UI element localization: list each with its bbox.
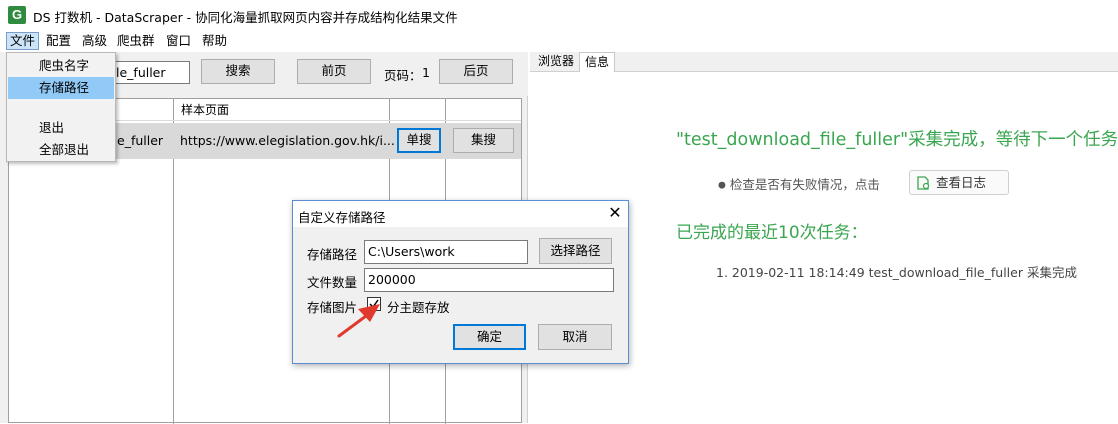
menu-crawler-group[interactable]: 爬虫群 [114,33,158,51]
crawler-name-input[interactable]: le_fuller [112,61,190,84]
next-page-button[interactable]: 后页 [439,59,513,84]
menu-item-exit[interactable]: 退出 [8,117,114,139]
dialog-title-bar: 自定义存储路径 ✕ [293,201,628,227]
single-search-button[interactable]: 单搜 [397,128,441,153]
checkbox-label: 分主题存放 [387,300,450,315]
dialog-title: 自定义存储路径 [298,210,386,225]
check-text: 检查是否有失败情况，点击 [729,177,880,192]
tab-browser[interactable]: 浏览器 [533,52,579,72]
prev-page-button[interactable]: 前页 [297,59,371,84]
choose-path-button[interactable]: 选择路径 [539,238,612,264]
menu-advanced[interactable]: 高级 [79,33,110,51]
row-sample-url: https://www.elegislation.gov.hk/i... [180,133,395,148]
menu-help[interactable]: 帮助 [199,33,230,51]
menu-item-crawler-name[interactable]: 爬虫名字 [8,55,114,77]
count-label: 文件数量 [307,275,358,290]
count-input[interactable]: 200000 [364,268,614,292]
status-message: "test_download_file_fuller"采集完成，等待下一个任务 [676,126,1118,151]
search-button[interactable]: 搜索 [201,59,275,84]
page-number: 1 [422,65,430,80]
tab-strip [530,52,1118,72]
view-log-button[interactable]: 查看日志 [909,170,1009,195]
window-title: DS 打数机 - DataScraper - 协同化海量抓取网页内容并存成结构化… [33,10,458,25]
menu-bar: 文件 配置 高级 爬虫群 窗口 帮助 [0,30,1118,52]
batch-search-button[interactable]: 集搜 [453,128,514,153]
file-dropdown-menu: 爬虫名字 存储路径 退出 全部退出 [6,52,116,162]
document-icon [917,176,930,190]
path-input[interactable]: C:\Users\work [364,240,528,264]
title-bar: G DS 打数机 - DataScraper - 协同化海量抓取网页内容并存成结… [0,0,1118,30]
check-failures-line: ● 检查是否有失败情况，点击 [718,174,880,193]
path-label: 存储路径 [307,247,358,262]
list-item: 1. 2019-02-11 18:14:49 test_download_fil… [716,265,1077,280]
menu-item-storage-path[interactable]: 存储路径 [8,77,114,99]
app-icon: G [8,6,26,24]
grid-header-sample: 样本页面 [181,103,230,117]
menu-config[interactable]: 配置 [43,33,74,51]
status-task-name: "test_download_file_fuller" [676,130,909,150]
recent-tasks-title: 已完成的最近10次任务： [676,223,868,243]
row-crawler-name: e_fuller [117,133,164,148]
bullet-icon: ● [718,180,726,191]
status-suffix: 采集完成，等待下一个任务 [908,130,1118,150]
tab-info[interactable]: 信息 [579,52,616,72]
close-icon[interactable]: ✕ [606,204,624,222]
ok-button[interactable]: 确定 [453,324,526,350]
annotation-arrow-icon [337,304,380,338]
view-log-label: 查看日志 [936,175,987,190]
cancel-button[interactable]: 取消 [538,324,612,350]
menu-file[interactable]: 文件 [6,32,40,50]
page-label: 页码： [384,68,422,83]
menu-window[interactable]: 窗口 [163,33,194,51]
menu-item-exit-all[interactable]: 全部退出 [8,139,114,161]
